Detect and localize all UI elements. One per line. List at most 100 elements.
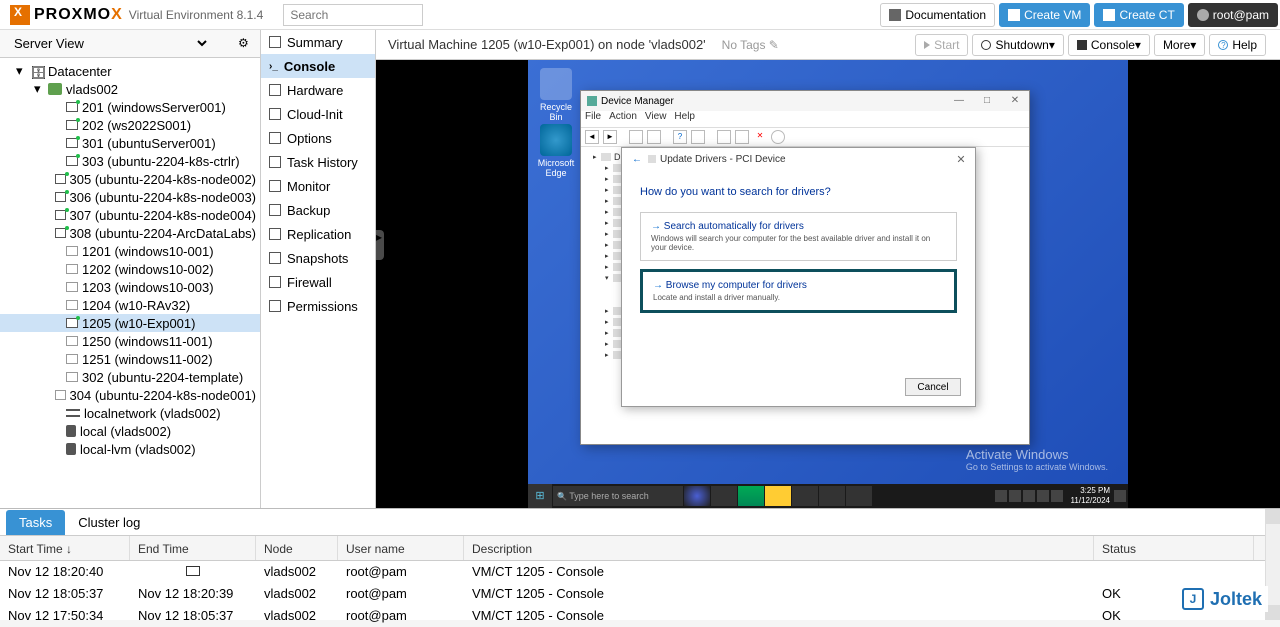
- search-input[interactable]: [283, 4, 423, 26]
- tray-icon[interactable]: [995, 490, 1007, 502]
- help-button[interactable]: ?Help: [1209, 34, 1266, 56]
- vm-menu-options[interactable]: Options: [261, 126, 375, 150]
- tasks-tab[interactable]: Tasks: [6, 510, 65, 535]
- view-mode-selector[interactable]: Server View ⚙: [0, 30, 260, 58]
- menu-file[interactable]: File: [585, 111, 601, 127]
- tree-item[interactable]: 307 (ubuntu-2204-k8s-node004): [0, 206, 260, 224]
- devmgr-tree[interactable]: ← Update Drivers - PCI Device ✕ How do y…: [581, 147, 1029, 445]
- edge-browser-icon[interactable]: Microsoft Edge: [536, 124, 576, 178]
- logo[interactable]: PROXMOX Virtual Environment 8.1.4: [0, 5, 273, 25]
- tree-item[interactable]: 1202 (windows10-002): [0, 260, 260, 278]
- tree-item[interactable]: 202 (ws2022S001): [0, 116, 260, 134]
- devmgr-menubar[interactable]: File Action View Help: [581, 111, 1029, 127]
- help-icon[interactable]: ?: [673, 130, 687, 144]
- toolbar-button[interactable]: [735, 130, 749, 144]
- cluster-log-tab[interactable]: Cluster log: [65, 510, 153, 535]
- tree-item[interactable]: localnetwork (vlads002): [0, 404, 260, 422]
- chevron-up-icon[interactable]: [1009, 490, 1021, 502]
- tree-item[interactable]: 302 (ubuntu-2204-template): [0, 368, 260, 386]
- start-button[interactable]: ⊞: [528, 484, 552, 508]
- shutdown-button[interactable]: Shutdown ▾: [972, 34, 1063, 56]
- toolbar-button[interactable]: [691, 130, 705, 144]
- gear-icon[interactable]: ⚙: [238, 36, 254, 52]
- tree-item[interactable]: 303 (ubuntu-2204-k8s-ctrlr): [0, 152, 260, 170]
- tree-item[interactable]: 1201 (windows10-001): [0, 242, 260, 260]
- taskbar-clock[interactable]: 3:25 PM 11/12/2024: [1067, 486, 1114, 506]
- vm-menu-snapshots[interactable]: Snapshots: [261, 246, 375, 270]
- tree-item[interactable]: ▾🗄Datacenter: [0, 62, 260, 80]
- expand-handle[interactable]: ▸: [376, 230, 384, 260]
- close-icon[interactable]: ✕: [1001, 91, 1029, 111]
- console-button[interactable]: Console ▾: [1068, 34, 1150, 56]
- vm-menu-backup[interactable]: Backup: [261, 198, 375, 222]
- tree-item[interactable]: local-lvm (vlads002): [0, 440, 260, 458]
- view-mode-select[interactable]: Server View: [10, 35, 210, 52]
- windows-desktop[interactable]: Recycle Bin Microsoft Edge Device Manage…: [528, 60, 1128, 508]
- update-drivers-dialog[interactable]: ← Update Drivers - PCI Device ✕ How do y…: [621, 147, 976, 407]
- device-manager-window[interactable]: Device Manager — □ ✕ FileActionViewHelp …: [580, 90, 1030, 445]
- create-ct-button[interactable]: Create CT: [1094, 3, 1183, 27]
- toolbar-button[interactable]: [629, 130, 643, 144]
- taskbar-app[interactable]: [846, 486, 872, 506]
- vm-menu-permissions[interactable]: Permissions: [261, 294, 375, 318]
- tree-item[interactable]: 1204 (w10-RAv32): [0, 296, 260, 314]
- menu-action[interactable]: Action: [609, 111, 637, 127]
- system-tray[interactable]: [995, 490, 1067, 502]
- taskbar-app[interactable]: [819, 486, 845, 506]
- menu-help[interactable]: Help: [674, 111, 695, 127]
- taskbar-search[interactable]: Type here to search: [553, 486, 683, 506]
- task-row[interactable]: Nov 12 18:05:37Nov 12 18:20:39vlads002ro…: [0, 583, 1280, 605]
- col-status[interactable]: Status: [1094, 536, 1254, 560]
- vm-menu-task-history[interactable]: Task History: [261, 150, 375, 174]
- tree-item[interactable]: ▾vlads002: [0, 80, 260, 98]
- more-button[interactable]: More ▾: [1154, 34, 1205, 56]
- minimize-icon[interactable]: —: [945, 91, 973, 111]
- recycle-bin-icon[interactable]: Recycle Bin: [536, 68, 576, 122]
- vm-menu-firewall[interactable]: Firewall: [261, 270, 375, 294]
- tree-item[interactable]: 1251 (windows11-002): [0, 350, 260, 368]
- vm-menu-hardware[interactable]: Hardware: [261, 78, 375, 102]
- vnc-console[interactable]: ▸ Recycle Bin Microsoft Edge Device Mana…: [376, 60, 1280, 508]
- col-description[interactable]: Description: [464, 536, 1094, 560]
- col-user[interactable]: User name: [338, 536, 464, 560]
- tray-icon[interactable]: [1023, 490, 1035, 502]
- devmgr-titlebar[interactable]: Device Manager — □ ✕: [581, 91, 1029, 111]
- devmgr-toolbar[interactable]: ◄ ► ? ✕: [581, 127, 1029, 147]
- back-icon[interactable]: ◄: [585, 130, 599, 144]
- create-vm-button[interactable]: Create VM: [999, 3, 1090, 27]
- taskbar-app[interactable]: [738, 486, 764, 506]
- documentation-button[interactable]: Documentation: [880, 3, 995, 27]
- col-start-time[interactable]: Start Time ↓: [0, 536, 130, 560]
- close-icon[interactable]: ✕: [947, 153, 975, 166]
- col-node[interactable]: Node: [256, 536, 338, 560]
- col-end-time[interactable]: End Time: [130, 536, 256, 560]
- windows-taskbar[interactable]: ⊞ Type here to search: [528, 484, 1128, 508]
- tree-item[interactable]: 1250 (windows11-001): [0, 332, 260, 350]
- task-row[interactable]: Nov 12 17:50:34Nov 12 18:05:37vlads002ro…: [0, 605, 1280, 627]
- vm-menu-console[interactable]: ›_Console: [261, 54, 375, 78]
- toolbar-button[interactable]: [647, 130, 661, 144]
- tree-item[interactable]: 306 (ubuntu-2204-k8s-node003): [0, 188, 260, 206]
- user-menu-button[interactable]: root@pam: [1188, 3, 1278, 27]
- maximize-icon[interactable]: □: [973, 91, 1001, 111]
- tree-item[interactable]: 301 (ubuntuServer001): [0, 134, 260, 152]
- remove-icon[interactable]: ✕: [753, 130, 767, 144]
- browse-computer-option[interactable]: Browse my computer for drivers Locate an…: [640, 269, 957, 313]
- vm-menu-monitor[interactable]: Monitor: [261, 174, 375, 198]
- cancel-button[interactable]: Cancel: [905, 378, 961, 396]
- toolbar-button[interactable]: [771, 130, 785, 144]
- vm-menu-cloud-init[interactable]: Cloud-Init: [261, 102, 375, 126]
- tree-item[interactable]: 308 (ubuntu-2204-ArcDataLabs): [0, 224, 260, 242]
- vm-menu-replication[interactable]: Replication: [261, 222, 375, 246]
- vm-menu-summary[interactable]: Summary: [261, 30, 375, 54]
- tree-item[interactable]: 201 (windowsServer001): [0, 98, 260, 116]
- dialog-titlebar[interactable]: ← Update Drivers - PCI Device ✕: [622, 148, 975, 170]
- taskbar-app[interactable]: [765, 486, 791, 506]
- tree-item[interactable]: 304 (ubuntu-2204-k8s-node001): [0, 386, 260, 404]
- tree-item[interactable]: local (vlads002): [0, 422, 260, 440]
- volume-icon[interactable]: [1051, 490, 1063, 502]
- toolbar-button[interactable]: [717, 130, 731, 144]
- menu-view[interactable]: View: [645, 111, 667, 127]
- cortana-icon[interactable]: [684, 486, 710, 506]
- fwd-icon[interactable]: ►: [603, 130, 617, 144]
